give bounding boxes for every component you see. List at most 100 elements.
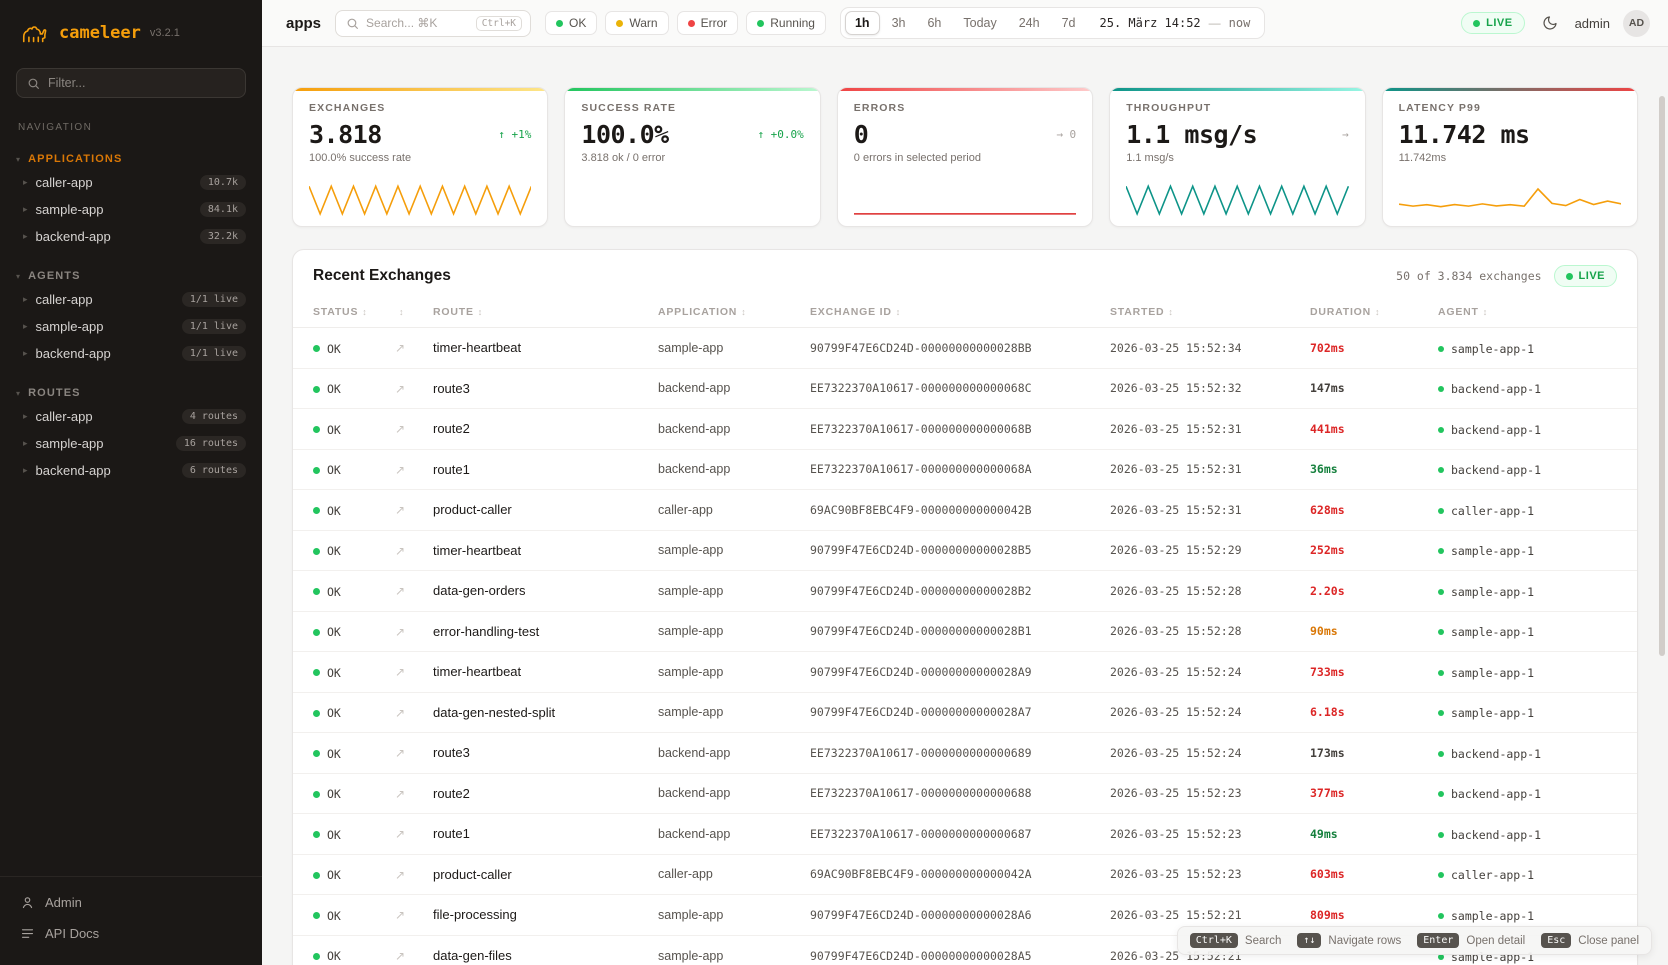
open-exchange-icon[interactable]: ↗ [395, 949, 405, 963]
table-row[interactable]: OK↗product-callercaller-app69AC90BF8EBC4… [293, 854, 1637, 895]
time-range-6h[interactable]: 6h [917, 11, 951, 35]
route-cell: route1 [423, 449, 648, 490]
open-exchange-icon[interactable]: ↗ [395, 746, 405, 760]
panel-meta: 50 of 3.834 exchanges LIVE [1396, 265, 1617, 287]
sidebar-item-label: sample-app [36, 436, 168, 451]
status-filter-error[interactable]: Error [677, 11, 739, 35]
item-badge: 4 routes [182, 409, 246, 424]
stat-trend: ↑ +1% [498, 128, 531, 141]
sidebar-item-agents-caller-app[interactable]: ▸caller-app1/1 live [0, 286, 262, 313]
status-filter-warn[interactable]: Warn [605, 11, 668, 35]
live-badge[interactable]: LIVE [1461, 12, 1524, 34]
sidebar-item-routes-backend-app[interactable]: ▸backend-app6 routes [0, 457, 262, 484]
status-dot [556, 20, 563, 27]
table-row[interactable]: OK↗data-gen-nested-splitsample-app90799F… [293, 692, 1637, 733]
open-exchange-icon[interactable]: ↗ [395, 706, 405, 720]
global-search-input[interactable] [366, 16, 469, 30]
column-header-started[interactable]: STARTED↕ [1100, 298, 1300, 328]
chevron-down-icon: ▾ [16, 272, 21, 281]
time-range-3h[interactable]: 3h [882, 11, 916, 35]
avatar[interactable]: AD [1623, 10, 1650, 37]
column-header-expand[interactable]: ↕ [385, 298, 423, 328]
global-search[interactable]: Ctrl+K [335, 10, 531, 37]
open-exchange-icon[interactable]: ↗ [395, 341, 405, 355]
time-range-1h[interactable]: 1h [845, 11, 880, 35]
table-row[interactable]: OK↗route3backend-appEE7322370A10617-0000… [293, 368, 1637, 409]
sidebar-footer-api-docs[interactable]: API Docs [0, 918, 262, 949]
open-exchange-icon[interactable]: ↗ [395, 463, 405, 477]
application-cell: sample-app [648, 571, 800, 612]
table-row[interactable]: OK↗data-gen-orderssample-app90799F47E6CD… [293, 571, 1637, 612]
column-header-duration[interactable]: DURATION↕ [1300, 298, 1428, 328]
open-exchange-icon[interactable]: ↗ [395, 787, 405, 801]
time-range-today[interactable]: Today [953, 11, 1006, 35]
duration-cell: 628ms [1300, 490, 1428, 531]
time-period[interactable]: 25. März 14:52 — now [1100, 16, 1251, 30]
column-header-route[interactable]: ROUTE↕ [423, 298, 648, 328]
exchange-id-cell: 90799F47E6CD24D-00000000000028B2 [800, 571, 1100, 612]
agent-cell: backend-app-1 [1438, 382, 1541, 396]
status-cell: OK [313, 625, 341, 639]
table-row[interactable]: OK↗product-callercaller-app69AC90BF8EBC4… [293, 490, 1637, 531]
open-exchange-icon[interactable]: ↗ [395, 422, 405, 436]
exchange-id-cell: 90799F47E6CD24D-00000000000028A7 [800, 692, 1100, 733]
table-row[interactable]: OK↗route3backend-appEE7322370A10617-0000… [293, 733, 1637, 774]
table-row[interactable]: OK↗timer-heartbeatsample-app90799F47E6CD… [293, 530, 1637, 571]
sidebar-section-routes: ▾ROUTES▸caller-app4 routes▸sample-app16 … [0, 383, 262, 484]
theme-toggle-button[interactable] [1538, 11, 1562, 35]
agent-label: sample-app-1 [1451, 666, 1534, 680]
column-header-status[interactable]: STATUS↕ [293, 298, 385, 328]
sidebar-item-label: backend-app [36, 463, 174, 478]
open-exchange-icon[interactable]: ↗ [395, 625, 405, 639]
table-row[interactable]: OK↗route2backend-appEE7322370A10617-0000… [293, 409, 1637, 450]
stat-subtitle: 1.1 msg/s [1126, 152, 1348, 164]
column-label: DURATION [1310, 306, 1371, 318]
scrollbar[interactable] [1659, 96, 1665, 656]
table-row[interactable]: OK↗timer-heartbeatsample-app90799F47E6CD… [293, 652, 1637, 693]
sidebar-item-routes-caller-app[interactable]: ▸caller-app4 routes [0, 403, 262, 430]
sidebar-item-applications-sample-app[interactable]: ▸sample-app84.1k [0, 196, 262, 223]
item-badge: 6 routes [182, 463, 246, 478]
open-exchange-icon[interactable]: ↗ [395, 584, 405, 598]
open-exchange-icon[interactable]: ↗ [395, 503, 405, 517]
column-header-application[interactable]: APPLICATION↕ [648, 298, 800, 328]
stat-title: LATENCY P99 [1399, 102, 1621, 114]
sidebar-item-agents-backend-app[interactable]: ▸backend-app1/1 live [0, 340, 262, 367]
table-row[interactable]: OK↗timer-heartbeatsample-app90799F47E6CD… [293, 328, 1637, 369]
open-exchange-icon[interactable]: ↗ [395, 544, 405, 558]
logo[interactable]: cameleer v3.2.1 [0, 0, 262, 60]
table-live-badge[interactable]: LIVE [1554, 265, 1617, 287]
section-header-routes[interactable]: ▾ROUTES [0, 383, 262, 403]
stat-sparkline [309, 182, 531, 216]
agent-status-dot [1438, 710, 1444, 716]
chevron-right-icon: ▸ [23, 411, 28, 422]
open-exchange-icon[interactable]: ↗ [395, 908, 405, 922]
open-exchange-icon[interactable]: ↗ [395, 665, 405, 679]
sidebar-filter-input[interactable] [48, 76, 235, 90]
sidebar-footer-admin[interactable]: Admin [0, 887, 262, 918]
open-exchange-icon[interactable]: ↗ [395, 827, 405, 841]
open-exchange-icon[interactable]: ↗ [395, 868, 405, 882]
section-header-applications[interactable]: ▾APPLICATIONS [0, 149, 262, 169]
table-row[interactable]: OK↗error-handling-testsample-app90799F47… [293, 611, 1637, 652]
time-range-7d[interactable]: 7d [1052, 11, 1086, 35]
status-filter-running[interactable]: Running [746, 11, 826, 35]
sidebar-item-routes-sample-app[interactable]: ▸sample-app16 routes [0, 430, 262, 457]
app-version: v3.2.1 [150, 27, 180, 39]
open-exchange-icon[interactable]: ↗ [395, 382, 405, 396]
time-range-24h[interactable]: 24h [1009, 11, 1050, 35]
section-label: APPLICATIONS [28, 153, 122, 165]
column-header-agent[interactable]: AGENT↕ [1428, 298, 1637, 328]
column-header-exchange-id[interactable]: EXCHANGE ID↕ [800, 298, 1100, 328]
table-row[interactable]: OK↗route2backend-appEE7322370A10617-0000… [293, 773, 1637, 814]
sidebar-item-applications-caller-app[interactable]: ▸caller-app10.7k [0, 169, 262, 196]
stat-value: 3.818 [309, 120, 382, 149]
route-cell: timer-heartbeat [423, 530, 648, 571]
table-row[interactable]: OK↗route1backend-appEE7322370A10617-0000… [293, 449, 1637, 490]
section-header-agents[interactable]: ▾AGENTS [0, 266, 262, 286]
status-filter-ok[interactable]: OK [545, 11, 597, 35]
status-label: OK [327, 463, 341, 477]
sidebar-item-applications-backend-app[interactable]: ▸backend-app32.2k [0, 223, 262, 250]
sidebar-item-agents-sample-app[interactable]: ▸sample-app1/1 live [0, 313, 262, 340]
table-row[interactable]: OK↗route1backend-appEE7322370A10617-0000… [293, 814, 1637, 855]
